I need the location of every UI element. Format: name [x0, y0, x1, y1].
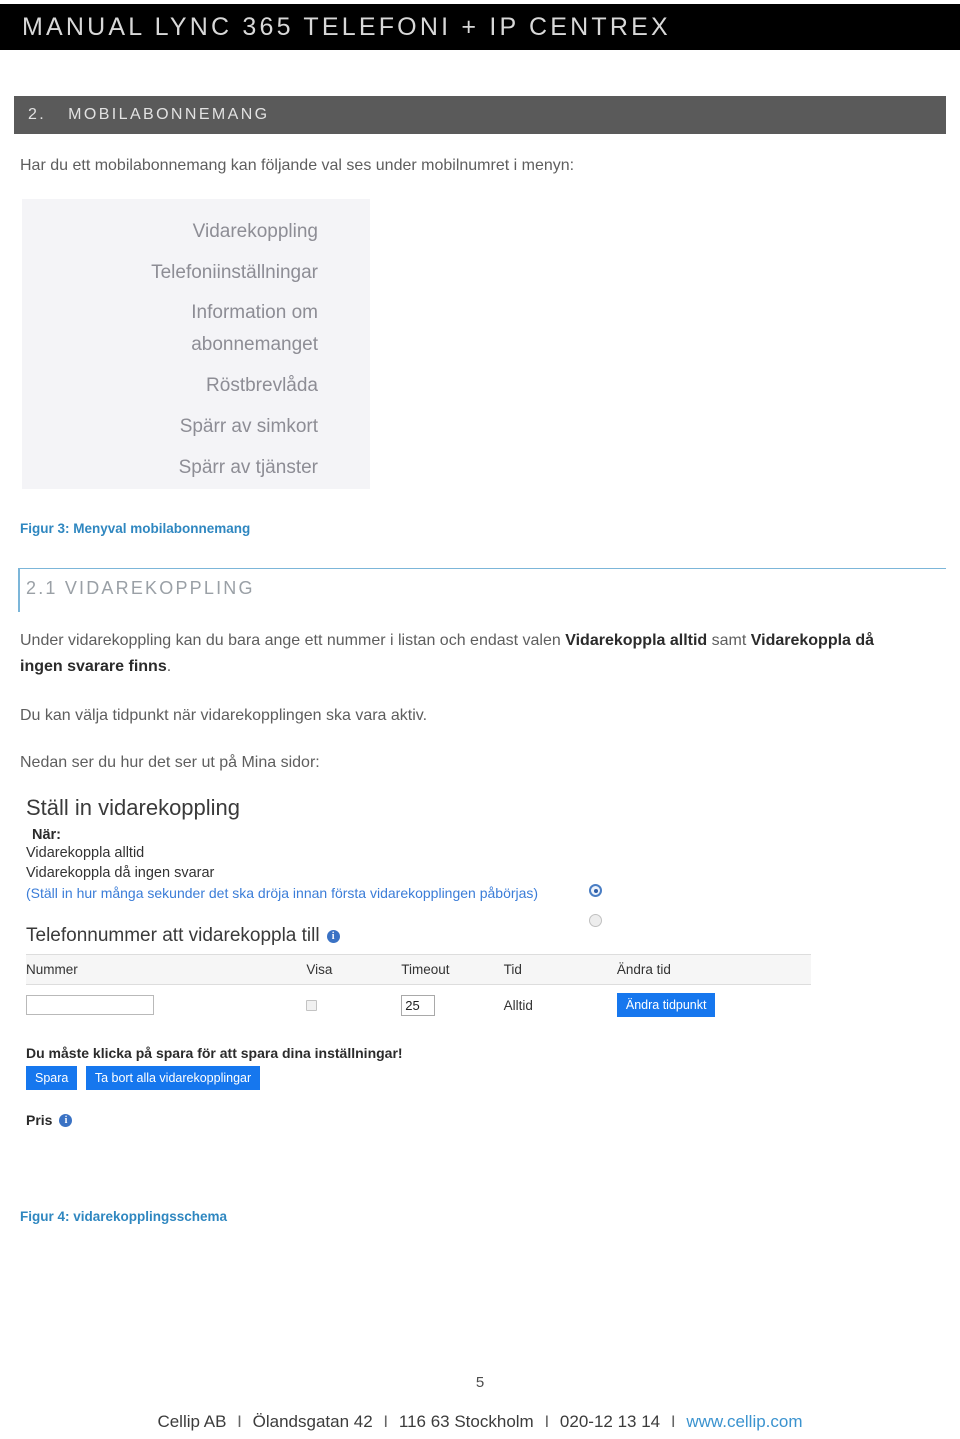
intro-paragraph: Har du ett mobilabonnemang kan följande …: [20, 157, 575, 174]
paragraph-text-part2: samt: [707, 632, 751, 649]
nummer-input[interactable]: [26, 995, 154, 1015]
column-header-visa: Visa: [306, 954, 402, 985]
footer-address: Ölandsgatan 42: [252, 1412, 373, 1431]
telefonnummer-heading-text: Telefonnummer att vidarekoppla till: [26, 925, 320, 946]
table-row: 25 Alltid Ändra tidpunkt: [26, 985, 811, 1026]
paragraph-tidpunkt: Du kan välja tidpunkt när vidarekoppling…: [20, 707, 428, 724]
figure4-form-screenshot: Ställ in vidarekoppling När: Vidarekoppl…: [20, 795, 820, 1128]
ta-bort-alla-vidarekopplingar-button[interactable]: Ta bort alla vidarekopplingar: [85, 1066, 261, 1090]
column-header-tid: Tid: [503, 954, 617, 985]
subsection-heading-rule: 2.1 VIDAREKOPPLING: [18, 568, 946, 612]
andra-tidpunkt-button[interactable]: Ändra tidpunkt: [616, 993, 716, 1017]
footer-separator-4: I: [670, 1412, 676, 1431]
paragraph-text-part3: .: [166, 658, 172, 675]
footer-separator-2: I: [383, 1412, 389, 1431]
footer-website-link[interactable]: www.cellip.com: [686, 1412, 802, 1431]
form-action-buttons: Spara Ta bort alla vidarekopplingar: [26, 1066, 820, 1090]
option-hint-text: (Ställ in hur många sekunder det ska drö…: [26, 885, 539, 901]
save-warning-note: Du måste klicka på spara för att spara d…: [26, 1045, 403, 1061]
cell-visa: [306, 985, 401, 1026]
timeout-input[interactable]: 25: [401, 994, 436, 1016]
page-number: 5: [475, 1374, 485, 1391]
nar-label: När:: [32, 827, 62, 843]
radio-vidarekoppla-alltid[interactable]: [589, 884, 602, 897]
footer-phone: 020-12 13 14: [559, 1412, 661, 1431]
visa-checkbox[interactable]: [306, 999, 318, 1011]
menu-item-telefoninstallningar[interactable]: Telefoniinställningar: [22, 252, 318, 293]
document-footer: Cellip AB I Ölandsgatan 42 I 116 63 Stoc…: [0, 1412, 960, 1432]
document-title: MANUAL LYNC 365 TELEFONI + IP CENTREX: [22, 12, 671, 41]
paragraph-bold-alltid: Vidarekoppla alltid: [565, 632, 708, 649]
document-header-banner: MANUAL LYNC 365 TELEFONI + IP CENTREX: [0, 4, 960, 50]
paragraph-nedan-mina-sidor: Nedan ser du hur det ser ut på Mina sido…: [20, 754, 320, 771]
menu-item-vidarekoppling[interactable]: Vidarekoppling: [22, 211, 318, 252]
form-title: Ställ in vidarekoppling: [26, 795, 241, 820]
radio-vidarekoppla-ingen-svarar[interactable]: [589, 914, 602, 927]
figure3-menu-screenshot: Vidarekoppling Telefoniinställningar Inf…: [22, 199, 370, 489]
info-icon-telefonnummer[interactable]: i: [326, 929, 340, 943]
paragraph-text-part1: Under vidarekoppling kan du bara ange et…: [20, 632, 566, 649]
section-number: 2.: [28, 106, 47, 123]
forwarding-table: Nummer Visa Timeout Tid Ändra tid 25 All…: [26, 954, 811, 1025]
footer-separator-1: I: [237, 1412, 242, 1431]
menu-item-sparr-av-simkort[interactable]: Spärr av simkort: [22, 406, 318, 447]
column-header-timeout: Timeout: [401, 954, 504, 985]
menu-item-sparr-av-tjanster[interactable]: Spärr av tjänster: [22, 447, 318, 488]
pris-section: Pris i: [26, 1112, 820, 1128]
cell-andra-tid: Ändra tidpunkt: [616, 985, 811, 1026]
section-heading-bar: 2. MOBILABONNEMANG: [14, 96, 946, 134]
column-header-nummer: Nummer: [26, 954, 307, 985]
column-header-andra-tid: Ändra tid: [616, 954, 811, 985]
footer-separator-3: I: [544, 1412, 550, 1431]
paragraph-vidarekoppling-desc: Under vidarekoppling kan du bara ange et…: [20, 628, 920, 680]
menu-item-rostbrevlada[interactable]: Röstbrevlåda: [22, 365, 318, 406]
option-label-vidarekoppla-ingen-svarar[interactable]: Vidarekoppla då ingen svarar: [26, 863, 820, 883]
figure4-caption: Figur 4: vidarekopplingsschema: [20, 1209, 228, 1224]
cell-nummer: [26, 985, 306, 1026]
pris-label: Pris: [26, 1112, 53, 1128]
section-title: MOBILABONNEMANG: [68, 106, 270, 123]
footer-city: 116 63 Stockholm: [398, 1412, 534, 1431]
info-icon-pris[interactable]: i: [59, 1113, 73, 1127]
option-label-vidarekoppla-alltid[interactable]: Vidarekoppla alltid: [26, 843, 820, 863]
menu-item-information-om-abonnemanget[interactable]: Information om abonnemanget: [22, 293, 318, 365]
figure3-caption: Figur 3: Menyval mobilabonnemang: [20, 521, 251, 536]
telefonnummer-heading: Telefonnummer att vidarekoppla till i: [26, 925, 820, 947]
subsection-heading-text: 2.1 VIDAREKOPPLING: [26, 578, 255, 598]
footer-company: Cellip AB: [157, 1412, 227, 1431]
when-options-group: När: Vidarekoppla alltid Vidarekoppla då…: [26, 827, 820, 927]
spara-button[interactable]: Spara: [26, 1066, 78, 1090]
table-header-row: Nummer Visa Timeout Tid Ändra tid: [26, 954, 811, 985]
cell-tid: Alltid: [503, 997, 533, 1013]
cell-timeout: 25: [401, 985, 503, 1026]
